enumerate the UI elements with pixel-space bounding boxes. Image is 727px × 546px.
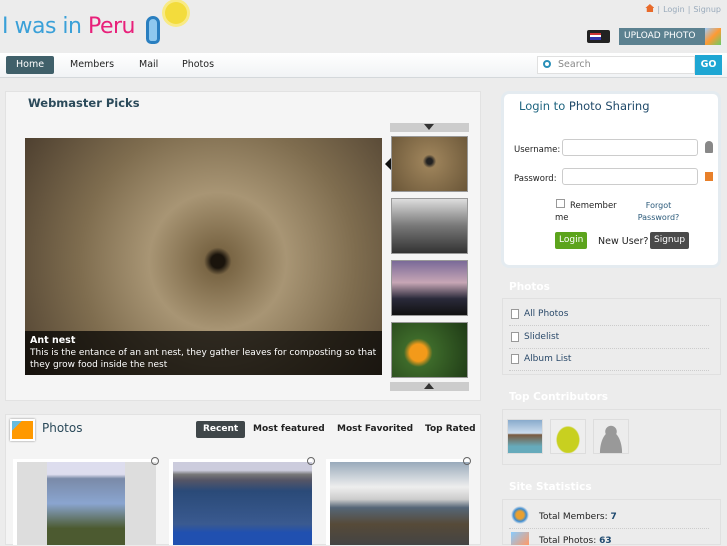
divider bbox=[509, 370, 709, 371]
thumbnail[interactable] bbox=[391, 136, 468, 192]
separator: | bbox=[687, 5, 691, 14]
upload-photo-button[interactable]: UPLOAD PHOTO bbox=[619, 28, 721, 45]
top-links: | Login | Signup bbox=[642, 4, 721, 14]
nav-home[interactable]: Home bbox=[6, 56, 55, 74]
home-icon[interactable] bbox=[645, 4, 655, 12]
section-title: Photos bbox=[42, 421, 83, 435]
thumbnail-strip bbox=[390, 123, 469, 391]
nav-photos[interactable]: Photos bbox=[172, 56, 224, 74]
search-input[interactable]: Search bbox=[537, 56, 695, 74]
chevron-up-icon bbox=[424, 383, 434, 389]
photos-icon bbox=[10, 419, 35, 441]
caption-text: This is the entance of an ant nest, they… bbox=[30, 348, 377, 370]
photo-card[interactable] bbox=[169, 459, 312, 545]
language-flag-dropdown[interactable] bbox=[587, 30, 610, 43]
zoom-icon[interactable] bbox=[307, 457, 315, 465]
scroll-down-button[interactable] bbox=[390, 382, 469, 391]
thumbnail[interactable] bbox=[391, 322, 468, 378]
lock-icon bbox=[705, 172, 713, 181]
go-button[interactable]: GO bbox=[695, 55, 722, 75]
login-button[interactable]: Login bbox=[555, 232, 588, 249]
new-user-label: New User? bbox=[598, 236, 649, 247]
divider bbox=[509, 325, 709, 326]
login-title-a: Login to bbox=[519, 99, 569, 113]
thumbnail[interactable] bbox=[391, 260, 468, 316]
signup-button[interactable]: Signup bbox=[650, 232, 690, 249]
members-icon bbox=[511, 506, 529, 524]
photos-icon bbox=[705, 28, 721, 45]
logo-text-peru: Peru bbox=[87, 14, 136, 39]
photo-thumbnail[interactable] bbox=[173, 462, 312, 545]
thumbnail[interactable] bbox=[391, 198, 468, 254]
section-title: Webmaster Picks bbox=[28, 96, 140, 110]
search-icon bbox=[543, 60, 551, 68]
total-members-value: 7 bbox=[610, 512, 617, 522]
scroll-up-button[interactable] bbox=[390, 123, 469, 132]
photo-card[interactable] bbox=[13, 459, 156, 545]
upload-label: UPLOAD PHOTO bbox=[624, 31, 696, 41]
avatar[interactable] bbox=[593, 419, 629, 454]
link-slidelist[interactable]: Slidelist bbox=[524, 332, 559, 342]
photo-thumbnail[interactable] bbox=[47, 462, 125, 545]
stats-title: Site Statistics bbox=[509, 481, 592, 493]
avatar[interactable] bbox=[507, 419, 543, 454]
page-icon bbox=[511, 354, 519, 364]
username-input[interactable] bbox=[562, 139, 698, 156]
nav-mail[interactable]: Mail bbox=[129, 56, 168, 74]
link-all-photos[interactable]: All Photos bbox=[524, 309, 568, 319]
tab-most-favorited[interactable]: Most Favorited bbox=[330, 421, 420, 438]
tab-top-rated[interactable]: Top Rated bbox=[418, 421, 483, 438]
page-icon bbox=[511, 309, 519, 319]
total-members-label: Total Members: bbox=[539, 512, 611, 522]
separator: | bbox=[657, 5, 661, 14]
login-link[interactable]: Login bbox=[663, 5, 685, 14]
site-logo[interactable]: I was in Peru bbox=[2, 14, 135, 39]
sidebar-photos-title: Photos bbox=[509, 281, 550, 293]
password-input[interactable] bbox=[562, 168, 698, 185]
remember-label: Remember me bbox=[555, 201, 617, 223]
caption-title: Ant nest bbox=[30, 335, 76, 346]
divider bbox=[509, 348, 709, 349]
password-label: Password: bbox=[514, 174, 557, 184]
avatar[interactable] bbox=[550, 419, 586, 454]
forgot-password-link[interactable]: Forgot Password? bbox=[631, 200, 686, 224]
page-icon bbox=[511, 332, 519, 342]
flag-icon bbox=[590, 33, 601, 40]
sun-icon bbox=[165, 2, 187, 24]
chevron-down-icon bbox=[424, 124, 434, 130]
user-icon bbox=[705, 141, 713, 153]
login-title: Login to Photo Sharing bbox=[519, 99, 650, 113]
divider bbox=[509, 528, 709, 529]
photo-card[interactable] bbox=[326, 459, 469, 545]
username-label: Username: bbox=[514, 145, 561, 155]
photos-stat-icon bbox=[511, 532, 529, 545]
login-panel: Login to Photo Sharing Username: Passwor… bbox=[501, 91, 721, 268]
photo-thumbnail[interactable] bbox=[330, 462, 469, 545]
zoom-icon[interactable] bbox=[151, 457, 159, 465]
contributors-title: Top Contributors bbox=[509, 391, 608, 403]
logo-text: I was in bbox=[2, 14, 88, 39]
image-caption: Ant nest This is the entance of an ant ne… bbox=[25, 331, 382, 375]
link-album-list[interactable]: Album List bbox=[524, 354, 571, 364]
nav-members[interactable]: Members bbox=[60, 56, 124, 74]
signup-link[interactable]: Signup bbox=[693, 5, 721, 14]
tab-recent[interactable]: Recent bbox=[196, 421, 246, 438]
zoom-icon[interactable] bbox=[463, 457, 471, 465]
tab-most-featured[interactable]: Most featured bbox=[246, 421, 332, 438]
search-placeholder: Search bbox=[558, 59, 591, 70]
login-title-b: Photo Sharing bbox=[568, 99, 650, 113]
footprint-icon bbox=[146, 16, 160, 44]
